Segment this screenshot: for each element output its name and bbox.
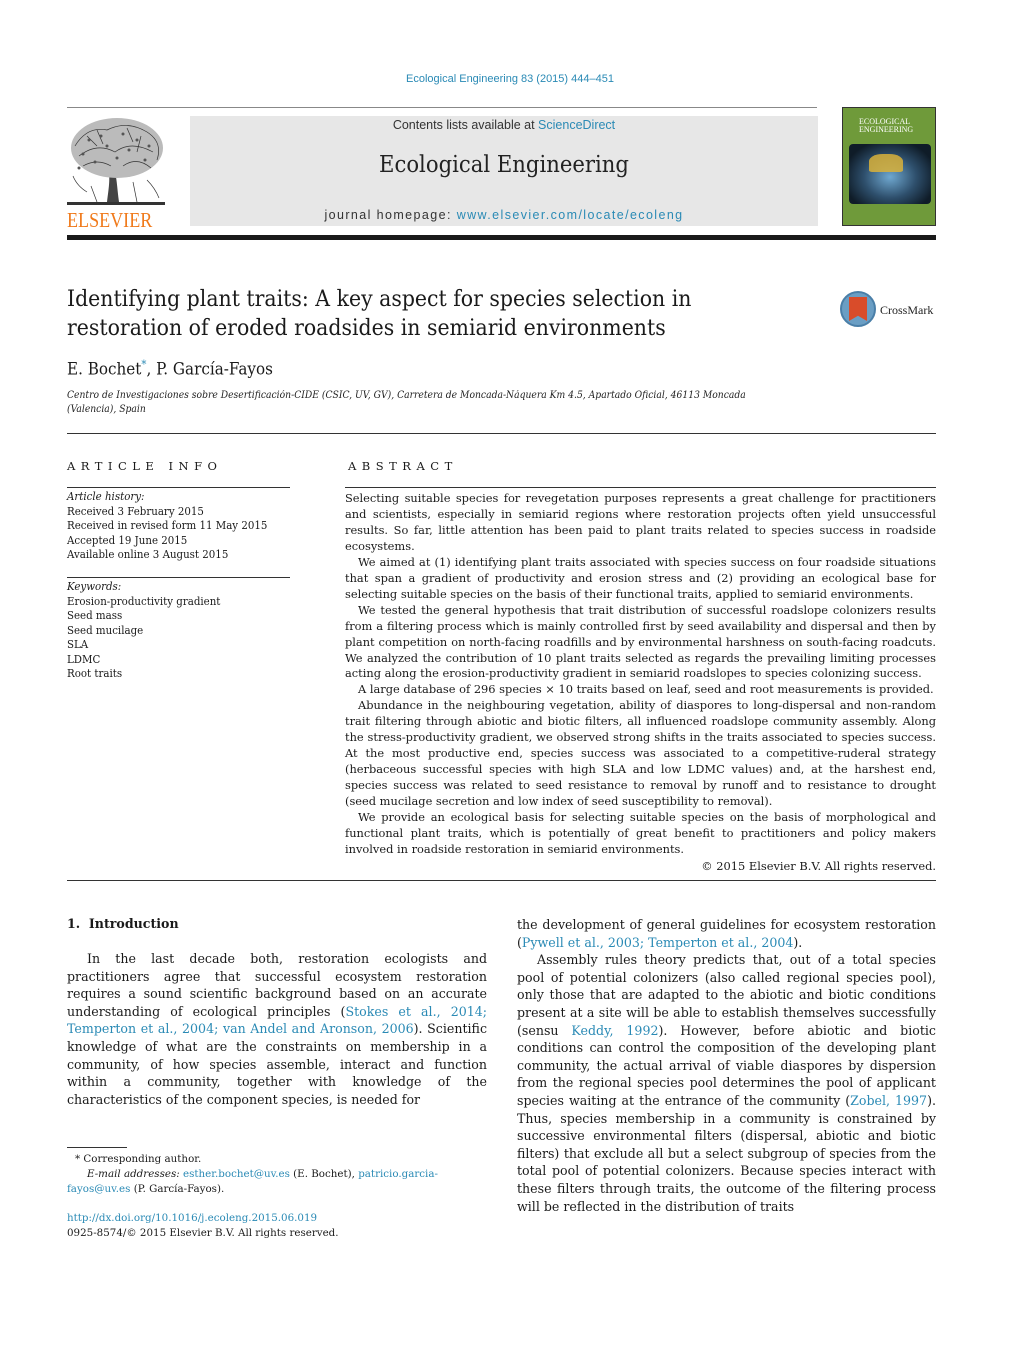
journal-cover-image[interactable]: ECOLOGICAL ENGINEERING [842,107,936,226]
body-column-left: In the last decade both, restoration eco… [67,950,487,1108]
citation-link[interactable]: Zobel, 1997 [850,1093,927,1108]
corresponding-author-marker[interactable]: * [141,358,146,371]
elsevier-tree-icon [67,118,165,205]
author-name[interactable]: P. García-Fayos [156,360,273,379]
abstract-paragraph: Selecting suitable species for revegetat… [345,491,936,553]
footnote-rule [67,1147,127,1148]
keywords-rule [67,577,290,578]
article-title: Identifying plant traits: A key aspect f… [67,287,692,341]
author-name[interactable]: E. Bochet [67,360,141,379]
body-rule [67,880,936,881]
article-info-rule [67,487,290,488]
journal-homepage-link[interactable]: www.elsevier.com/locate/ecoleng [457,208,684,222]
section-heading-introduction: 1. Introduction [67,916,179,931]
article-history-label: Article history: [67,490,145,503]
keyword-item: Erosion-productivity gradient [67,594,221,608]
header-thick-rule [67,235,936,240]
abstract-copyright: © 2015 Elsevier B.V. All rights reserved… [701,858,936,873]
corresponding-author-note: * Corresponding author. [75,1153,202,1165]
abstract-heading: ABSTRACT [348,459,458,473]
publisher-wordmark: ELSEVIER [67,208,153,232]
homepage-prefix: journal homepage: [324,208,457,222]
abstract-paragraph: We tested the general hypothesis that tr… [345,602,936,681]
history-item: Available online 3 August 2015 [67,548,229,561]
contents-line: Contents lists available at ScienceDirec… [190,118,818,132]
email-owner: (P. García-Fayos). [130,1183,225,1195]
journal-name: Ecological Engineering [379,152,629,178]
contents-prefix: Contents lists available at [392,118,539,132]
elsevier-logo[interactable]: ELSEVIER [67,116,167,232]
body-column-right: the development of general guidelines fo… [517,916,936,1215]
citation-link[interactable]: Ecological Engineering 83 (2015) 444–451 [406,73,614,85]
keyword-item: LDMC [67,652,101,666]
affiliation-rule [67,433,936,434]
crossmark-label: CrossMark [880,303,934,317]
header-rule [67,107,817,108]
doi-link[interactable]: http://dx.doi.org/10.1016/j.ecoleng.2015… [67,1212,317,1224]
history-item: Received 3 February 2015 [67,504,204,518]
email-link[interactable]: esther.bochet@uv.es [183,1168,290,1180]
homepage-line: journal homepage: www.elsevier.com/locat… [190,208,818,222]
history-item: Received in revised form 11 May 2015 [67,519,268,532]
journal-masthead: Contents lists available at ScienceDirec… [190,116,818,226]
body-text: ). [793,934,803,950]
journal-citation[interactable]: Ecological Engineering 83 (2015) 444–451 [0,73,1020,85]
keyword-item: Root traits [67,667,123,680]
keywords-label: Keywords: [67,580,122,593]
keyword-item: Seed mass [67,609,123,622]
email-note: E-mail addresses: esther.bochet@uv.es (E… [67,1167,487,1197]
body-text: ). Thus, species membership in a communi… [517,1092,936,1214]
doi-block: http://dx.doi.org/10.1016/j.ecoleng.2015… [67,1211,487,1241]
cover-title: ECOLOGICAL ENGINEERING [859,117,914,134]
article-info-heading: ARTICLE INFO [67,459,223,473]
keyword-item: SLA [67,638,89,651]
author-list: E. Bochet*, P. García-Fayos [67,358,273,379]
cover-splash [869,154,903,172]
abstract-paragraph: A large database of 296 species × 10 tra… [358,682,934,697]
keyword-item: Seed mucilage [67,623,144,637]
author-affiliation: Centro de Investigaciones sobre Desertif… [67,390,746,415]
citation-link[interactable]: Keddy, 1992 [571,1023,658,1038]
keywords-list: Keywords: Erosion-productivity gradient … [67,580,297,682]
abstract-rule [345,487,936,488]
email-label: E-mail addresses: [87,1168,183,1180]
body-paragraph: In the last decade both, restoration eco… [67,950,487,1108]
abstract-body: Selecting suitable species for revegetat… [345,491,936,875]
citation-link[interactable]: Pywell et al., 2003; Temperton et al., 2… [522,935,793,950]
abstract-paragraph: We provide an ecological basis for selec… [345,810,936,856]
email-owner: (E. Bochet), [289,1168,359,1180]
article-history: Article history: Received 3 February 201… [67,490,297,563]
crossmark-button[interactable]: CrossMark [840,291,940,329]
history-item: Accepted 19 June 2015 [67,533,188,547]
issn-copyright: 0925-8574/© 2015 Elsevier B.V. All right… [67,1227,339,1239]
footnotes: * Corresponding author. E-mail addresses… [67,1152,487,1197]
cover-photo [849,144,931,204]
abstract-paragraph: We aimed at (1) identifying plant traits… [345,554,936,601]
abstract-paragraph: Abundance in the neighbouring vegetation… [345,698,936,809]
body-paragraph: the development of general guidelines fo… [517,916,936,951]
body-paragraph: Assembly rules theory predicts that, out… [517,951,936,1215]
sciencedirect-link[interactable]: ScienceDirect [538,118,615,132]
